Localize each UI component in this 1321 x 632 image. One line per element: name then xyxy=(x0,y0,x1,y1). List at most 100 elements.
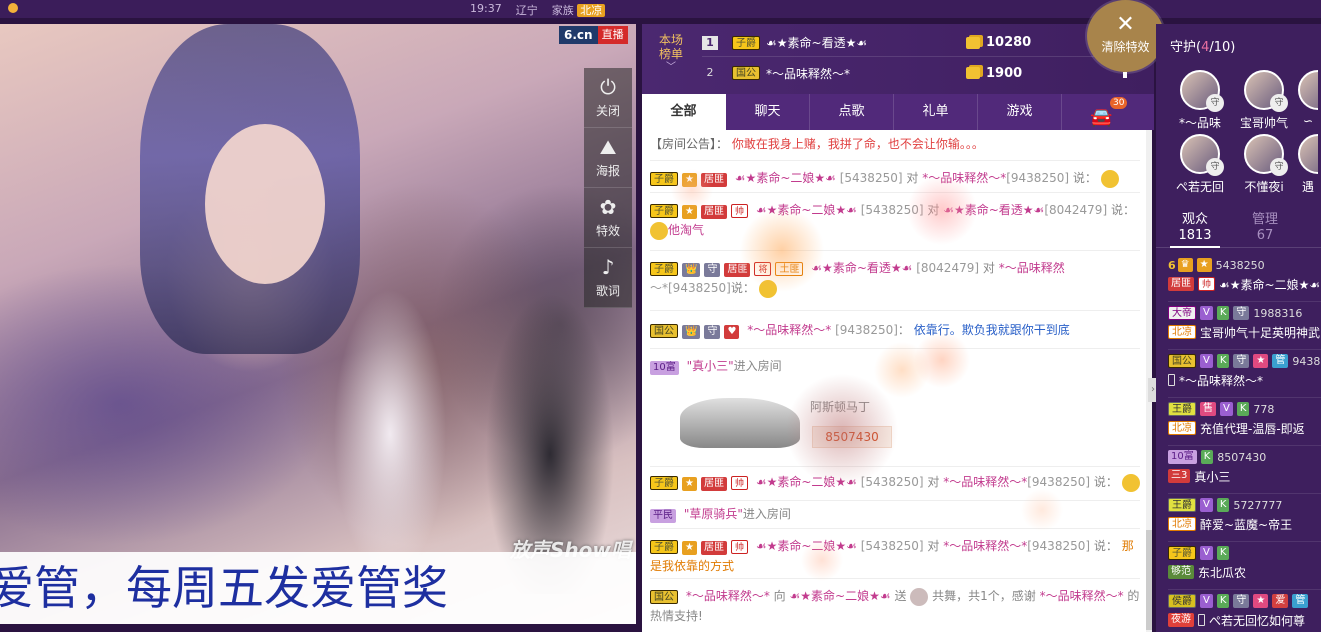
divider xyxy=(650,466,1140,467)
tab-audience[interactable]: 观众 1813 xyxy=(1170,212,1220,248)
phone-icon xyxy=(1198,614,1205,626)
rank-user-name: ☙★素命~看透★☙ xyxy=(766,36,868,50)
ranking-row[interactable]: 1 子爵 ☙★素命~看透★☙ 10280 xyxy=(702,29,1122,57)
guard-title: 守护(4/10) xyxy=(1170,40,1236,55)
list-item[interactable]: 王爵 V K 5727777 北凉 醉爱~蓝魔~帝王 xyxy=(1168,496,1321,542)
video-side-controls: ⏻ 关闭 ⛰ 海报 ✿ 特效 ♪ 歌词 xyxy=(584,68,632,308)
tab-all[interactable]: 全部 xyxy=(642,94,726,130)
right-panel: 守护(4/10) *～品味 宝哥帅气 ∽ ぺ若无回 不懂夜i 遇 观众 1813… xyxy=(1156,24,1321,632)
avatar xyxy=(1180,70,1224,112)
chevron-down-icon: ﹀ xyxy=(666,62,676,73)
emoji-icon xyxy=(1121,473,1140,492)
status-dot-icon xyxy=(8,3,18,13)
chat-panel[interactable]: 【房间公告】： 你敢在我身上赌，我拼了命，也不会让你输。。。 子爵 ★ 居匪 ☙★素… xyxy=(642,130,1152,632)
gift-message: 国公 *～品味释然～* 向 ☙★素命~二娘★☙ 送 共舞，共1个，感谢 *～品味… xyxy=(650,587,1140,623)
car-number: 8507430 xyxy=(812,426,892,448)
list-item[interactable]: 子爵 V K 够范 东北瓜农 xyxy=(1168,544,1321,590)
ranking-tag[interactable]: 本场 榜单 ﹀ xyxy=(656,33,686,75)
poster-icon: ⛰ xyxy=(599,135,617,159)
family-label: 家族 北凉 xyxy=(552,2,606,18)
lyrics-icon: ♪ xyxy=(601,255,615,279)
tab-games[interactable]: 游戏 xyxy=(978,94,1062,130)
divider xyxy=(650,310,1140,311)
divider xyxy=(650,500,1140,501)
room-meta: 19:37 辽宁 家族 北凉 xyxy=(470,2,606,18)
divider xyxy=(650,250,1140,251)
close-video-button[interactable]: ⏻ 关闭 xyxy=(584,68,632,128)
chat-message: 国公 👑 守 ♥ *～品味释然～* [9438250]： 依靠行。欺负我就跟你干到底 xyxy=(650,320,1140,340)
divider xyxy=(650,192,1140,193)
video-player[interactable]: 6.cn 直播 ⏻ 关闭 ⛰ 海报 ✿ 特效 ♪ 歌词 放声Show唱 爱管，每… xyxy=(0,24,636,624)
rank-coins: 1900 xyxy=(966,66,1022,81)
guard-item[interactable]: 不懂夜i xyxy=(1234,134,1294,195)
guard-item[interactable]: ぺ若无回 xyxy=(1170,134,1230,195)
rank-coins: 10280 xyxy=(966,35,1031,50)
live-badge: 直播 xyxy=(597,26,628,44)
family-tag[interactable]: 北凉 xyxy=(577,4,606,17)
video-subtitle: 爱管，每周五发爱管奖 xyxy=(0,552,636,624)
tab-chat[interactable]: 聊天 xyxy=(726,94,810,130)
noble-badge: 子爵 xyxy=(732,35,760,50)
effects-icon: ✿ xyxy=(599,195,617,219)
chat-message: 子爵 ★ 居匪帅 ☙★素命~二娘★☙ [5438250] 对 ☙★素命~看透★☙[8… xyxy=(650,200,1140,240)
divider xyxy=(650,528,1140,529)
list-item[interactable]: 10富 K 8507430 三3 真小三 xyxy=(1168,448,1321,494)
video-frame-couple xyxy=(300,174,630,594)
pull-stem xyxy=(1123,72,1127,78)
coin-icon xyxy=(966,67,980,79)
guard-item[interactable]: ∽ xyxy=(1298,70,1318,128)
emoji-icon xyxy=(650,221,668,240)
effects-button[interactable]: ✿ 特效 xyxy=(584,188,632,248)
tab-managers[interactable]: 管理 67 xyxy=(1240,212,1290,244)
divider xyxy=(650,578,1140,579)
guard-item[interactable]: 遇 xyxy=(1298,134,1318,195)
avatar xyxy=(1244,134,1288,176)
noble-badge: 国公 xyxy=(732,66,760,80)
ranking-row[interactable]: 2 国公 *～品味释然～* 1900 xyxy=(702,59,1122,87)
lyrics-button[interactable]: ♪ 歌词 xyxy=(584,248,632,308)
tab-gift-list[interactable]: 礼单 xyxy=(894,94,978,130)
close-icon: ✕ xyxy=(1116,12,1135,37)
enter-message: 10富 "真小三"进入房间 xyxy=(650,356,1140,376)
session-ranking: 本场 榜单 ﹀ 1 子爵 ☙★素命~看透★☙ 10280 2 国公 *～品味释然… xyxy=(642,24,1154,94)
room-notice: 【房间公告】： 你敢在我身上赌，我拼了命，也不会让你输。。。 xyxy=(650,137,984,151)
audience-tabs: 观众 1813 管理 67 xyxy=(1156,204,1321,248)
phone-icon xyxy=(1168,374,1175,386)
enter-message: 平民 "草原骑兵"进入房间 xyxy=(650,504,1140,524)
time-text: 19:37 xyxy=(470,2,502,15)
emoji-icon xyxy=(758,279,777,298)
logo-text: 6.cn xyxy=(559,26,598,44)
list-item[interactable]: 国公 V K 守 ★ 管 9438 *～品味释然～* xyxy=(1168,352,1321,398)
gift-icon xyxy=(910,587,929,606)
list-item[interactable]: 6 ♛ ★ 5438250 居匪帅 ☙★素命~二娘★☙ xyxy=(1168,256,1321,302)
list-item[interactable]: 大帝 V K 守 1988316 北凉 宝哥帅气十足英明神武 xyxy=(1168,304,1321,350)
tab-song-request[interactable]: 点歌 xyxy=(810,94,894,130)
coin-icon xyxy=(966,36,980,49)
site-logo: 6.cn 直播 xyxy=(559,26,628,44)
emoji-icon xyxy=(1100,169,1119,188)
list-item[interactable]: 侯爵 V K 守 ★ 爱管 夜游 ぺ若无回忆如何尊 xyxy=(1168,592,1321,632)
avatar xyxy=(1298,134,1318,174)
rank-number: 2 xyxy=(706,66,714,79)
divider xyxy=(650,160,1140,161)
avatar xyxy=(1244,70,1288,112)
chat-tabs: 全部 聊天 点歌 礼单 游戏 🚘 30 xyxy=(642,94,1154,130)
tab-cars[interactable]: 🚘 30 xyxy=(1062,94,1154,130)
guard-item[interactable]: *～品味 xyxy=(1170,70,1230,131)
car-brand: 阿斯顿马丁 xyxy=(810,400,871,414)
province-text: 辽宁 xyxy=(515,4,538,17)
car-image xyxy=(680,398,800,448)
chat-message: 子爵 ★ 居匪帅 ☙★素命~二娘★☙ [5438250] 对 *～品味释然～*[94… xyxy=(650,472,1140,492)
car-count-badge: 30 xyxy=(1110,97,1128,109)
poster-button[interactable]: ⛰ 海报 xyxy=(584,128,632,188)
clear-effects-button[interactable]: ✕ 清除特效 xyxy=(1087,0,1164,78)
chat-message: 子爵 ★ 居匪 ☙★素命~二娘★☙ [5438250] 对 *～品味释然～*[943… xyxy=(650,168,1140,188)
rank-user-name: *～品味释然～* xyxy=(766,66,851,81)
avatar xyxy=(1180,134,1224,176)
guard-item[interactable]: 宝哥帅气 xyxy=(1234,70,1294,131)
rank-number: 1 xyxy=(702,35,718,50)
chat-message: 子爵 👑 守居匪将土匪 ☙★素命~看透★☙ [8042479] 对 *～品味释然 ～… xyxy=(650,258,1140,298)
chat-message: 子爵 ★ 居匪帅 ☙★素命~二娘★☙ [5438250] 对 *～品味释然～*[94… xyxy=(650,539,1134,573)
divider xyxy=(650,348,1140,349)
list-item[interactable]: 王爵售 V K 778 北凉 充值代理-温唇-即返 xyxy=(1168,400,1321,446)
